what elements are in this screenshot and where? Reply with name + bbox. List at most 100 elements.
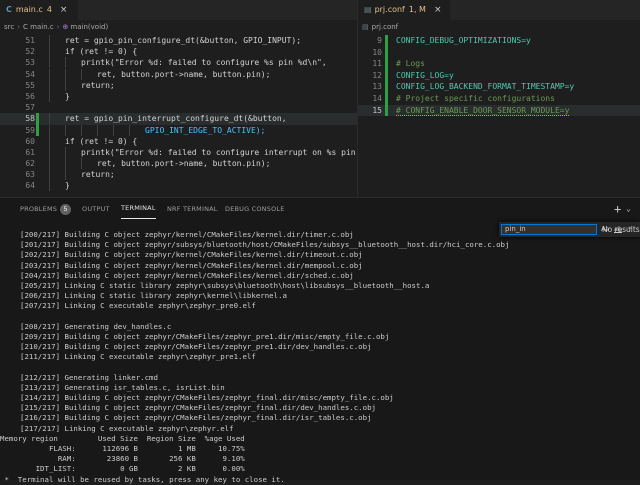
close-icon[interactable]: × — [434, 5, 442, 15]
terminal-line: * Terminal will be reused by tasks, pres… — [0, 474, 285, 484]
terminal-line: [214/217] Building C object zephyr/CMake… — [20, 393, 394, 402]
editor-tabbar-left: Cmain.c 4 × — [0, 0, 357, 20]
tab-label: main.c — [15, 5, 43, 14]
settings-file-icon: ▤ — [364, 5, 372, 14]
editor-group-right: ▤ prj.conf 1, M × ▤ prj.conf 9 CONFIG_DEBUG_O… — [357, 0, 640, 197]
line-number: 10 — [372, 47, 382, 57]
code-text: # Project specific configurations — [396, 93, 555, 103]
git-added-marker — [36, 113, 39, 125]
code-text: return; — [81, 80, 115, 90]
tab-debug-console[interactable]: DEBUG CONSOLE — [225, 198, 285, 220]
tab-terminal[interactable]: TERMINAL — [121, 198, 156, 219]
code-line: 64} — [0, 180, 357, 192]
code-text: if (ret != 0) { — [65, 136, 138, 146]
code-line: 57 — [0, 102, 357, 113]
git-added-marker — [385, 104, 388, 117]
code-text: printk("Error %d: failed to configure in… — [81, 147, 357, 157]
line-number: 56 — [25, 91, 35, 101]
terminal-line: [202/217] Building C object zephyr/kerne… — [20, 250, 363, 260]
editor-group-left: Cmain.c 4 × src › C main.c › ⊕ main(void) 51 ret… — [0, 0, 357, 197]
breadcrumb-symbol[interactable]: main(void) — [70, 23, 108, 31]
code-text: ret = gpio_pin_configure_dt(&button, GPI… — [65, 36, 302, 45]
tab-problems[interactable]: PROBLEMS 5 — [20, 198, 72, 220]
line-number: 12 — [372, 70, 382, 80]
terminal-line: [212/217] Generating linker.cmd — [20, 372, 158, 382]
line-number: 51 — [25, 36, 35, 45]
breadcrumb: src › C main.c › ⊕ main(void) — [0, 20, 357, 34]
breadcrumb-file[interactable]: C main.c — [23, 23, 54, 31]
close-icon[interactable]: × — [60, 5, 68, 15]
breadcrumb-folder[interactable]: src — [4, 23, 14, 31]
terminal-line: [203/217] Building C object zephyr/kerne… — [20, 260, 363, 270]
git-added-marker — [385, 92, 388, 105]
git-added-marker — [36, 124, 39, 136]
tab-prj-conf[interactable]: ▤ prj.conf 1, M × — [358, 0, 450, 20]
git-added-marker — [385, 58, 388, 70]
terminal-line: [200/217] Building C object zephyr/kerne… — [20, 230, 354, 239]
terminal-line: [201/217] Building C object zephyr/subsy… — [20, 240, 510, 250]
code-text: CONFIG_DEBUG_OPTIMIZATIONS=y — [396, 36, 531, 45]
terminal-line: [208/217] Generating dev_handles.c — [20, 321, 172, 331]
terminal-line: [217/217] Linking C executable zephyr\ze… — [20, 423, 234, 433]
code-text: ret = gpio_pin_interrupt_configure_dt(&b… — [65, 114, 287, 124]
tab-label: prj.conf — [374, 5, 405, 14]
line-number: 53 — [25, 58, 35, 68]
terminal-line: [213/217] Generating isr_tables.c, isrLi… — [20, 382, 225, 392]
line-number: 64 — [25, 181, 35, 191]
line-number: 57 — [25, 103, 35, 113]
tab-nrf-terminal[interactable]: NRF TERMINAL — [167, 198, 218, 220]
code-line: 14 # Project specific configurations — [358, 92, 640, 105]
code-text: return; — [81, 170, 115, 180]
line-number: 59 — [25, 125, 35, 135]
code-text: CONFIG_LOG_BACKEND_FORMAT_TIMESTAMP=y — [396, 82, 575, 92]
line-number: 61 — [25, 147, 35, 157]
breadcrumb-file[interactable]: prj.conf — [372, 23, 399, 31]
code-text: CONFIG_LOG=y — [396, 70, 454, 80]
chevron-right-icon: › — [56, 23, 60, 31]
code-text: GPIO_INT_EDGE_TO_ACTIVE); — [145, 125, 266, 135]
terminal-line: [206/217] Linking C static library zephy… — [20, 291, 287, 301]
chevron-down-icon[interactable]: ⌄ — [626, 198, 631, 220]
code-text: ret, button.port->name, button.pin); — [97, 159, 271, 169]
line-number: 9 — [377, 36, 382, 45]
code-line: 54 ret, button.port->name, button.pin); — [0, 68, 357, 80]
code-line: 12 CONFIG_LOG=y — [358, 69, 640, 82]
add-terminal-icon[interactable]: + — [614, 198, 621, 220]
panel-tabbar: PROBLEMS 5 OUTPUT TERMINAL NRF TERMINAL D… — [0, 198, 640, 220]
code-text: ret, button.port->name, button.pin); — [97, 69, 271, 79]
tab-output[interactable]: OUTPUT — [82, 198, 110, 220]
git-added-marker — [385, 46, 388, 59]
line-number: 52 — [25, 47, 35, 57]
tab-main-c[interactable]: Cmain.c 4 × — [0, 0, 78, 20]
code-text: # CONFIG_ENABLE_DOOR_SENSOR_MODULE=y — [396, 105, 570, 116]
tab-problem-count: 4 — [46, 5, 52, 14]
line-number: 60 — [25, 136, 35, 146]
tab-label: PROBLEMS — [20, 205, 58, 213]
terminal-line: RAM: 23860 B 256 KB 9.10% — [0, 454, 245, 464]
tab-problem-count: 1, M — [408, 5, 426, 14]
problems-count-badge: 5 — [60, 204, 72, 215]
code-line: 63 return; — [0, 169, 357, 181]
terminal-line: [210/217] Building C object zephyr/CMake… — [20, 342, 372, 352]
code-line: 61 printk("Error %d: failed to configure … — [0, 146, 357, 158]
terminal-output[interactable]: [200/217] Building C object zephyr/kerne… — [0, 230, 640, 485]
code-line: 59 GPIO_INT_EDGE_TO_ACTIVE); — [0, 124, 357, 136]
code-line: 56} — [0, 90, 357, 102]
line-number: 15 — [372, 105, 382, 115]
c-file-icon: C — [6, 5, 12, 14]
editor-tabbar-right: ▤ prj.conf 1, M × — [358, 0, 640, 20]
function-icon: ⊕ — [62, 23, 69, 31]
code-line: 60 if (ret != 0) { — [0, 135, 357, 147]
terminal-line: [204/217] Building C object zephyr/kerne… — [20, 270, 354, 280]
code-editor-prj-conf[interactable]: 9 CONFIG_DEBUG_OPTIMIZATIONS=y 10 11 # Log… — [358, 35, 640, 117]
line-number: 55 — [25, 80, 35, 90]
code-text: if (ret != 0) { — [65, 47, 138, 57]
code-line: 13 CONFIG_LOG_BACKEND_FORMAT_TIMESTAMP=y — [358, 81, 640, 93]
line-number: 63 — [25, 170, 35, 180]
code-text: printk("Error %d: failed to configure %s… — [81, 58, 327, 68]
code-editor-main-c[interactable]: 51 ret = gpio_pin_configure_dt(&button, G… — [0, 35, 357, 192]
code-text: } — [65, 181, 70, 191]
code-line: 10 — [358, 46, 640, 59]
line-number: 62 — [25, 159, 35, 169]
